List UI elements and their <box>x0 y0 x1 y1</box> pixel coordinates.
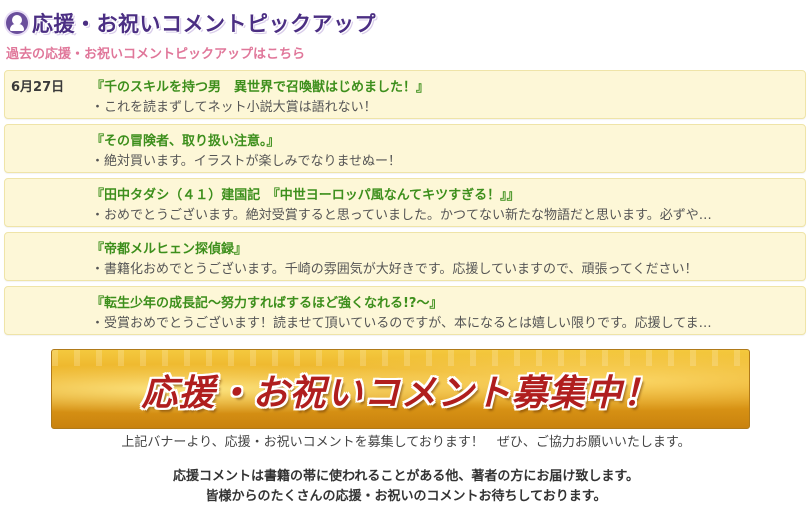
comment-card: 6月27日 『千のスキルを持つ男 異世界で召喚獣はじめました！』 ・これを読まず… <box>4 70 806 119</box>
book-title-link[interactable]: 『その冒険者、取り扱い注意。』 <box>91 130 280 149</box>
person-icon <box>6 12 28 34</box>
section-title: 応援・お祝いコメントピックアップ <box>32 12 376 36</box>
comment-text: ・書籍化おめでとうございます。千崎の雰囲気が大好きです。応援していますので、頑張… <box>91 262 698 277</box>
entry-date: 6月27日 <box>11 80 65 95</box>
info-note-1: 応援コメントは書籍の帯に使われることがある他、著者の方にお届け致します。 <box>172 469 640 484</box>
book-title-link[interactable]: 『田中タダシ（４１）建国記 『中世ヨーロッパ風なんてキツすぎる！』』 <box>91 184 520 203</box>
comment-card: 『その冒険者、取り扱い注意。』 ・絶対買います。イラストが楽しみでなりませぬー！ <box>4 124 806 173</box>
banner-note: 上記バナーより、応援・お祝いコメントを募集しております！ ぜひ、ご協力お願いいた… <box>121 435 691 450</box>
comment-card: 『転生少年の成長記～努力すればするほど強くなれる!?～』 ・受賞おめでとうござい… <box>4 286 806 335</box>
comment-text: ・おめでとうございます。絶対受賞すると思っていました。かつてない新たな物語だと思… <box>91 208 712 223</box>
comment-card: 『帝都メルヒェン探偵録』 ・書籍化おめでとうございます。千崎の雰囲気が大好きです… <box>4 232 806 281</box>
book-title-link[interactable]: 『帝都メルヒェン探偵録』 <box>91 238 247 257</box>
past-pickup-link[interactable]: 過去の応援・お祝いコメントピックアップはこちら <box>6 43 305 62</box>
comment-text: ・受賞おめでとうございます！読ませて頂いているのですが、本になるとは嬉しい限りで… <box>91 316 712 331</box>
comment-text: ・これを読まずしてネット小説大賞は語れない！ <box>91 100 377 115</box>
comment-text: ・絶対買います。イラストが楽しみでなりませぬー！ <box>91 154 402 169</box>
comment-recruitment-banner[interactable]: 応援・お祝いコメント募集中！ <box>51 349 750 429</box>
section-header: 応援・お祝いコメントピックアップ <box>6 8 376 38</box>
book-title-link[interactable]: 『転生少年の成長記～努力すればするほど強くなれる!?～』 <box>91 292 442 311</box>
comment-card: 『田中タダシ（４１）建国記 『中世ヨーロッパ風なんてキツすぎる！』』 ・おめでと… <box>4 178 806 227</box>
book-title-link[interactable]: 『千のスキルを持つ男 異世界で召喚獣はじめました！』 <box>91 76 429 95</box>
banner-text: 応援・お祝いコメント募集中！ <box>141 373 660 414</box>
info-note-2: 皆様からのたくさんの応援・お祝いのコメントお待ちしております。 <box>205 489 607 504</box>
